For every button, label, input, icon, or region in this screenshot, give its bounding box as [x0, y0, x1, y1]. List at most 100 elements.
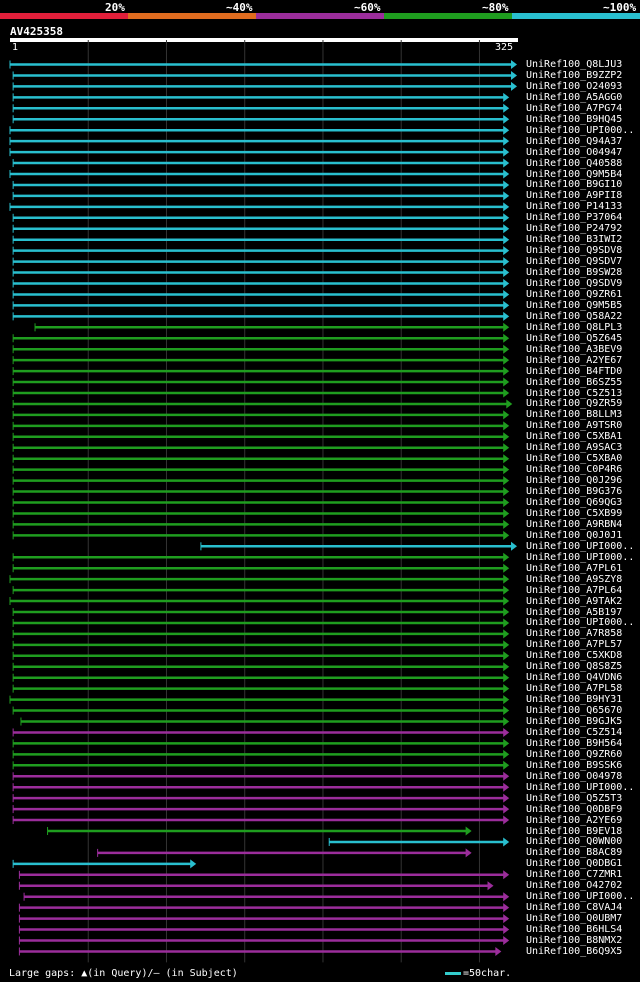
hit-arrow: [503, 914, 510, 924]
subject-label[interactable]: UniRef100_Q9ZR60: [526, 749, 622, 760]
subject-label[interactable]: UniRef100_C5Z513: [526, 388, 622, 399]
query-title: AV425358: [10, 25, 63, 38]
subject-label[interactable]: UniRef100_B8LLM3: [526, 409, 622, 420]
subject-label[interactable]: UniRef100_B3IWI2: [526, 234, 622, 245]
subject-label[interactable]: UniRef100_Q9M5B4: [526, 169, 622, 180]
subject-label[interactable]: UniRef100_B4FTD0: [526, 366, 622, 377]
subject-label[interactable]: UniRef100_B6Q9X5: [526, 946, 622, 957]
subject-label[interactable]: UniRef100_A9SAC3: [526, 442, 622, 453]
hit-arrow: [503, 903, 510, 913]
subject-label[interactable]: UniRef100_A2YE67: [526, 355, 622, 366]
subject-label[interactable]: UniRef100_A9PII8: [526, 190, 622, 201]
subject-label[interactable]: UniRef100_A5AGG0: [526, 92, 622, 103]
subject-label[interactable]: UniRef100_C5XBA0: [526, 453, 622, 464]
subject-label[interactable]: UniRef100_O24093: [526, 81, 622, 92]
subject-label[interactable]: UniRef100_A5B197: [526, 607, 622, 618]
subject-label[interactable]: UniRef100_P24792: [526, 223, 622, 234]
subject-label[interactable]: UniRef100_Q69QG3: [526, 497, 622, 508]
subject-label[interactable]: UniRef100_B9EV18: [526, 826, 622, 837]
subject-label[interactable]: UniRef100_A7PL57: [526, 639, 622, 650]
subject-label[interactable]: UniRef100_Q65670: [526, 705, 622, 716]
subject-label[interactable]: UniRef100_C5XB99: [526, 508, 622, 519]
subject-label[interactable]: UniRef100_B8AC89: [526, 847, 622, 858]
subject-label[interactable]: UniRef100_Q9M5B5: [526, 300, 622, 311]
subject-label[interactable]: UniRef100_B9SSK6: [526, 760, 622, 771]
subject-label[interactable]: UniRef100_C5XBA1: [526, 431, 622, 442]
subject-label[interactable]: UniRef100_B6SZ55: [526, 377, 622, 388]
hit-arrow: [503, 202, 510, 212]
subject-label[interactable]: UniRef100_Q0J296: [526, 475, 622, 486]
subject-label[interactable]: UniRef100_Q9SDV9: [526, 278, 622, 289]
subject-label[interactable]: UniRef100_Q9SDV7: [526, 256, 622, 267]
hit-arrow: [190, 859, 197, 869]
subject-label[interactable]: UniRef100_A9RBN4: [526, 519, 622, 530]
subject-label[interactable]: UniRef100_A7R858: [526, 628, 622, 639]
hit-arrow: [503, 629, 510, 639]
hit-arrow: [503, 432, 510, 442]
subject-label[interactable]: UniRef100_C0P4R6: [526, 464, 622, 475]
subject-label[interactable]: UniRef100_Q0UBM7: [526, 913, 622, 924]
hit-arrow: [503, 169, 510, 179]
subject-label[interactable]: UniRef100_UPI000..: [526, 541, 634, 552]
subject-label[interactable]: UniRef100_Q0J0J1: [526, 530, 622, 541]
subject-label[interactable]: UniRef100_Q9SDV8: [526, 245, 622, 256]
hit-arrow: [503, 465, 510, 475]
subject-label[interactable]: UniRef100_Q40588: [526, 158, 622, 169]
hit-arrow: [503, 498, 510, 507]
subject-label[interactable]: UniRef100_P37064: [526, 212, 622, 223]
subject-label[interactable]: UniRef100_B9H564: [526, 738, 622, 749]
subject-label[interactable]: UniRef100_Q8LPL3: [526, 322, 622, 333]
subject-label[interactable]: UniRef100_A7PL61: [526, 563, 622, 574]
subject-label[interactable]: UniRef100_B9G376: [526, 486, 622, 497]
subject-label[interactable]: UniRef100_Q0WN00: [526, 836, 622, 847]
subject-label[interactable]: UniRef100_Q8LJU3: [526, 59, 622, 70]
subject-label[interactable]: UniRef100_Q58A22: [526, 311, 622, 322]
subject-label[interactable]: UniRef100_B9SW28: [526, 267, 622, 278]
subject-label[interactable]: UniRef100_A7PL64: [526, 585, 622, 596]
subject-label[interactable]: UniRef100_Q4VDN6: [526, 672, 622, 683]
subject-label[interactable]: UniRef100_A9SZY8: [526, 574, 622, 585]
subject-label[interactable]: UniRef100_A3BEV9: [526, 344, 622, 355]
subject-label[interactable]: UniRef100_UPI000..: [526, 891, 634, 902]
subject-label[interactable]: UniRef100_C5XKD8: [526, 650, 622, 661]
subject-label[interactable]: UniRef100_UPI000..: [526, 552, 634, 563]
subject-label[interactable]: UniRef100_C8VAJ4: [526, 902, 622, 913]
subject-label[interactable]: UniRef100_Q8S8Z5: [526, 661, 622, 672]
subject-label[interactable]: UniRef100_O04947: [526, 147, 622, 158]
subject-label[interactable]: UniRef100_C7ZMR1: [526, 869, 622, 880]
hit-arrow: [503, 738, 510, 748]
legend-label: ~60%: [354, 1, 381, 14]
subject-label[interactable]: UniRef100_A9TAK2: [526, 596, 622, 607]
subject-label[interactable]: UniRef100_UPI000..: [526, 617, 634, 628]
subject-label[interactable]: UniRef100_B9GI10: [526, 179, 622, 190]
hit-arrow: [503, 662, 510, 672]
subject-label[interactable]: UniRef100_Q5Z5T3: [526, 793, 622, 804]
subject-label[interactable]: UniRef100_A7PL58: [526, 683, 622, 694]
subject-label[interactable]: UniRef100_B9GJK5: [526, 716, 622, 727]
hit-arrow: [503, 158, 510, 168]
hit-arrow: [503, 870, 510, 880]
subject-label[interactable]: UniRef100_A9TSR0: [526, 420, 622, 431]
subject-label[interactable]: UniRef100_B6HLS4: [526, 924, 622, 935]
subject-label[interactable]: UniRef100_Q9ZR59: [526, 398, 622, 409]
subject-label[interactable]: UniRef100_Q9ZR61: [526, 289, 622, 300]
subject-label[interactable]: UniRef100_B9ZZP2: [526, 70, 622, 81]
subject-label[interactable]: UniRef100_B9HQ45: [526, 114, 622, 125]
subject-label[interactable]: UniRef100_O04978: [526, 771, 622, 782]
subject-label[interactable]: UniRef100_B9HY31: [526, 694, 622, 705]
subject-label[interactable]: UniRef100_Q0DBF9: [526, 804, 622, 815]
hit-arrow: [503, 344, 510, 354]
subject-label[interactable]: UniRef100_UPI000..: [526, 782, 634, 793]
subject-label[interactable]: UniRef100_P14133: [526, 201, 622, 212]
subject-label[interactable]: UniRef100_Q5Z645: [526, 333, 622, 344]
subject-label[interactable]: UniRef100_Q0DBG1: [526, 858, 622, 869]
subject-label[interactable]: UniRef100_O42702: [526, 880, 622, 891]
subject-label[interactable]: UniRef100_UPI000..: [526, 125, 634, 136]
subject-label[interactable]: UniRef100_B8NMX2: [526, 935, 622, 946]
subject-label[interactable]: UniRef100_A7PG74: [526, 103, 622, 114]
subject-label[interactable]: UniRef100_Q94A37: [526, 136, 622, 147]
subject-label[interactable]: UniRef100_C5Z514: [526, 727, 622, 738]
subject-label[interactable]: UniRef100_A2YE69: [526, 815, 622, 826]
hit-arrow: [503, 355, 510, 365]
hit-arrow: [503, 837, 510, 847]
